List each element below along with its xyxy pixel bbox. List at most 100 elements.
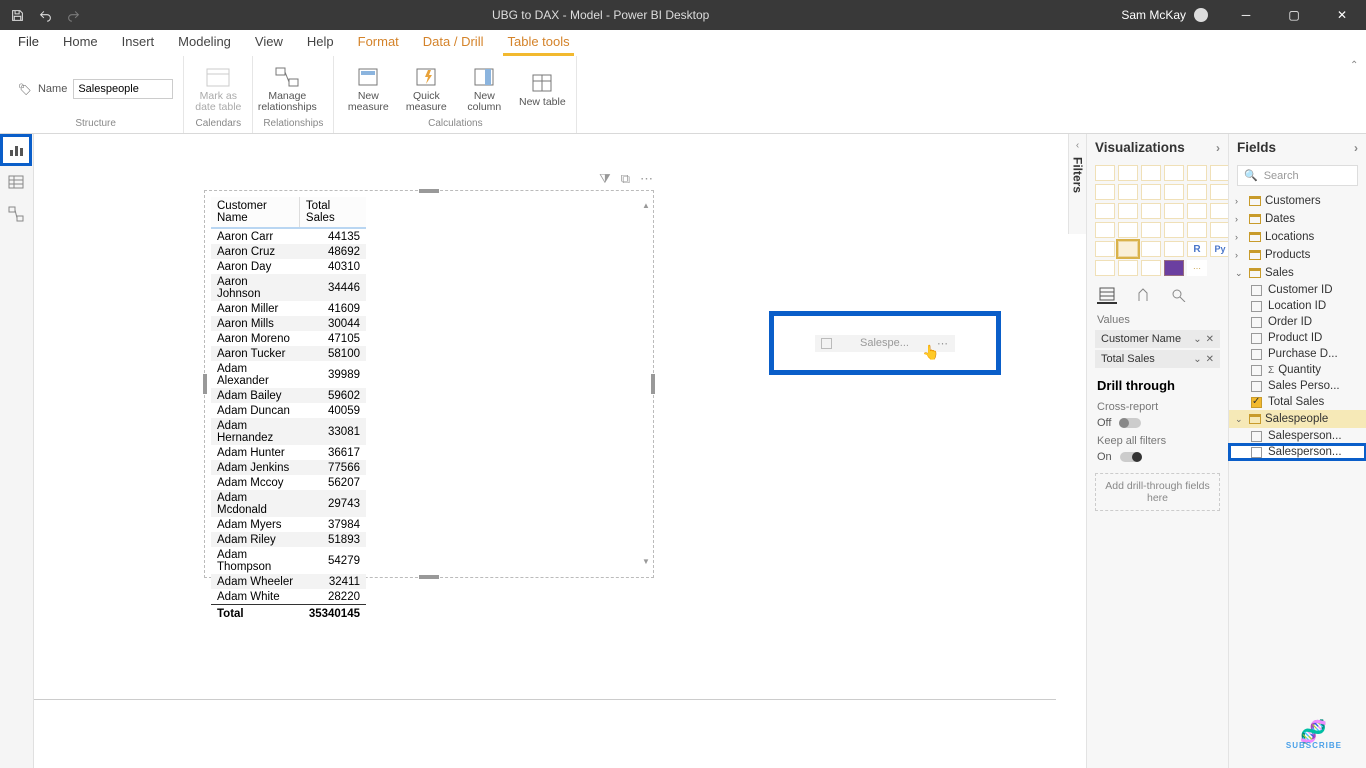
viz-filled-map[interactable] <box>1118 222 1138 238</box>
tab-data-drill[interactable]: Data / Drill <box>411 30 496 55</box>
tab-format[interactable]: Format <box>346 30 411 55</box>
resize-handle-bottom[interactable] <box>419 575 439 579</box>
scroll-down-icon[interactable]: ▼ <box>641 557 651 567</box>
new-measure-button[interactable]: New measure <box>344 65 392 113</box>
new-table-button[interactable]: New table <box>518 71 566 108</box>
viz-donut[interactable] <box>1187 203 1207 219</box>
table-row[interactable]: Aaron Moreno47105 <box>211 331 366 346</box>
chevron-right-icon[interactable]: › <box>1354 141 1358 155</box>
keep-filters-toggle[interactable] <box>1120 452 1142 462</box>
new-column-button[interactable]: New column <box>460 65 508 113</box>
name-input[interactable] <box>73 79 173 99</box>
viz-stacked-area[interactable] <box>1141 184 1161 200</box>
table-row[interactable]: Adam Hunter36617 <box>211 445 366 460</box>
viz-clustered-column[interactable] <box>1164 165 1184 181</box>
user-account[interactable]: Sam McKay <box>1121 8 1208 22</box>
chevron-down-icon[interactable]: ⌄ <box>1193 334 1201 345</box>
maximize-button[interactable]: ▢ <box>1274 0 1314 30</box>
report-canvas[interactable]: ⧩ ⧉ ⋯ Customer Name Total Sales Aaron Ca… <box>34 134 1056 700</box>
viz-line-stacked[interactable] <box>1164 184 1184 200</box>
report-view-button[interactable] <box>0 134 32 166</box>
field-item[interactable]: Salesperson... <box>1229 444 1366 460</box>
fields-tab-icon[interactable] <box>1097 286 1117 304</box>
viz-decomposition[interactable] <box>1118 260 1138 276</box>
field-item[interactable]: Purchase D... <box>1229 346 1366 362</box>
fields-search[interactable]: 🔍 Search <box>1237 165 1358 186</box>
chevron-down-icon[interactable]: ⌄ <box>1193 354 1201 365</box>
viz-more[interactable]: ⋯ <box>1187 260 1207 276</box>
viz-python[interactable]: Py <box>1210 241 1230 257</box>
remove-icon[interactable]: ✕ <box>1206 354 1214 365</box>
undo-icon[interactable] <box>38 8 52 22</box>
resize-handle-top[interactable] <box>419 189 439 193</box>
tab-file[interactable]: File <box>6 30 51 55</box>
viz-treemap[interactable] <box>1210 203 1230 219</box>
tab-table-tools[interactable]: Table tools <box>495 30 581 55</box>
field-item[interactable]: Customer ID <box>1229 282 1366 298</box>
table-row[interactable]: Adam Hernandez33081 <box>211 418 366 445</box>
viz-ribbon[interactable] <box>1210 184 1230 200</box>
field-checkbox[interactable] <box>1251 285 1262 296</box>
field-item[interactable]: Sales Perso... <box>1229 378 1366 394</box>
redo-icon[interactable] <box>66 8 80 22</box>
collapse-ribbon-button[interactable]: ⌃ <box>1350 56 1366 133</box>
table-scrollbar[interactable]: ▲ ▼ <box>641 201 651 567</box>
chevron-right-icon[interactable]: › <box>1216 141 1220 155</box>
table-locations[interactable]: ›Locations <box>1229 228 1366 246</box>
viz-area[interactable] <box>1118 184 1138 200</box>
viz-100-bar[interactable] <box>1187 165 1207 181</box>
viz-line-clustered[interactable] <box>1187 184 1207 200</box>
table-row[interactable]: Adam Myers37984 <box>211 517 366 532</box>
viz-r[interactable]: R <box>1187 241 1207 257</box>
viz-funnel[interactable] <box>1118 203 1138 219</box>
viz-shape-map[interactable] <box>1141 222 1161 238</box>
viz-100-column[interactable] <box>1210 165 1230 181</box>
more-options-icon[interactable]: ⋯ <box>640 171 653 187</box>
field-item[interactable]: Location ID <box>1229 298 1366 314</box>
viz-stacked-bar[interactable] <box>1095 165 1115 181</box>
table-products[interactable]: ›Products <box>1229 246 1366 264</box>
table-salespeople[interactable]: ⌄Salespeople <box>1229 410 1366 428</box>
field-checkbox[interactable] <box>1251 431 1262 442</box>
viz-kpi[interactable] <box>1095 241 1115 257</box>
well-total-sales[interactable]: Total Sales ⌄✕ <box>1095 350 1220 368</box>
viz-slicer[interactable] <box>1118 241 1138 257</box>
field-checkbox[interactable] <box>1251 381 1262 392</box>
viz-qa[interactable] <box>1141 260 1161 276</box>
table-row[interactable]: Adam Mcdonald29743 <box>211 490 366 517</box>
table-row[interactable]: Adam Thompson54279 <box>211 547 366 574</box>
field-checkbox[interactable] <box>1251 301 1262 312</box>
data-view-button[interactable] <box>0 166 32 198</box>
table-dates[interactable]: ›Dates <box>1229 210 1366 228</box>
col-header-customer[interactable]: Customer Name <box>211 197 299 228</box>
resize-handle-left[interactable] <box>203 374 207 394</box>
table-row[interactable]: Adam Duncan40059 <box>211 403 366 418</box>
table-row[interactable]: Adam Wheeler32411 <box>211 574 366 589</box>
viz-table[interactable] <box>1141 241 1161 257</box>
focus-mode-icon[interactable]: ⧉ <box>621 171 630 187</box>
viz-card[interactable] <box>1187 222 1207 238</box>
slicer-visual[interactable]: Salespe... ⋯ 👆 <box>769 311 1001 375</box>
field-item[interactable]: Total Sales <box>1229 394 1366 410</box>
analytics-tab-icon[interactable] <box>1169 286 1189 304</box>
table-row[interactable]: Aaron Johnson34446 <box>211 274 366 301</box>
table-row[interactable]: Aaron Tucker58100 <box>211 346 366 361</box>
field-item[interactable]: Product ID <box>1229 330 1366 346</box>
well-customer-name[interactable]: Customer Name ⌄✕ <box>1095 330 1220 348</box>
table-row[interactable]: Adam Mccoy56207 <box>211 475 366 490</box>
format-tab-icon[interactable] <box>1133 286 1153 304</box>
field-checkbox[interactable] <box>1251 365 1262 376</box>
close-button[interactable]: ✕ <box>1322 0 1362 30</box>
filters-panel-collapsed[interactable]: ‹ Filters <box>1068 134 1086 234</box>
cross-report-toggle[interactable] <box>1119 418 1141 428</box>
table-visual[interactable]: ⧩ ⧉ ⋯ Customer Name Total Sales Aaron Ca… <box>204 190 654 578</box>
field-checkbox[interactable] <box>1251 317 1262 328</box>
table-row[interactable]: Aaron Carr44135 <box>211 228 366 244</box>
viz-map[interactable] <box>1095 222 1115 238</box>
model-view-button[interactable] <box>0 198 32 230</box>
viz-pie[interactable] <box>1164 203 1184 219</box>
table-row[interactable]: Aaron Mills30044 <box>211 316 366 331</box>
viz-key-influencers[interactable] <box>1095 260 1115 276</box>
viz-stacked-column[interactable] <box>1118 165 1138 181</box>
viz-matrix[interactable] <box>1164 241 1184 257</box>
